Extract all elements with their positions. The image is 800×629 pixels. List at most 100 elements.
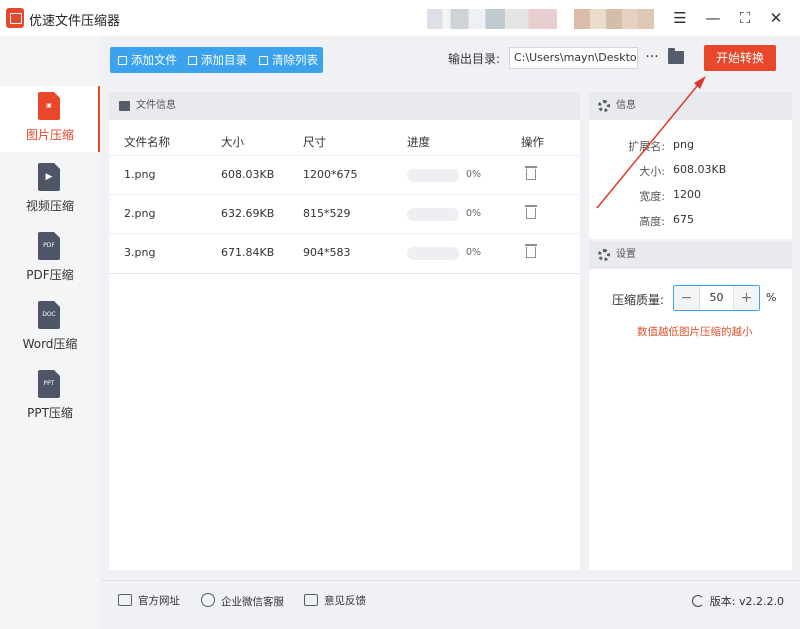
clear-icon [259, 56, 268, 65]
info-header: 信息 [589, 92, 792, 120]
quality-label: 压缩质量: [612, 293, 665, 307]
quality-stepper: − 50 + [673, 285, 760, 311]
settings-title: 设置 [616, 249, 636, 260]
info-key: 扩展名: [628, 140, 665, 153]
progress-bar [407, 208, 459, 221]
sidebar-item-label: PPT压缩 [27, 406, 73, 420]
doc-file-icon: DOC [38, 301, 60, 329]
output-directory-label: 输出目录: [448, 52, 501, 66]
quality-input[interactable]: 50 [700, 286, 733, 310]
sidebar-item-video-compress[interactable]: ▶ 视频压缩 [0, 157, 100, 223]
image-icon [119, 101, 130, 111]
feedback-label: 意见反馈 [324, 595, 366, 607]
more-options-button[interactable]: ··· [643, 48, 661, 68]
sidebar-item-label: 视频压缩 [25, 199, 74, 213]
refresh-icon [691, 595, 704, 607]
title-bar: 优速文件压缩器 ☰ — ⛶ ✕ [0, 0, 800, 36]
increment-button[interactable]: + [733, 286, 759, 310]
decrement-button[interactable]: − [674, 286, 700, 310]
wechat-support-link[interactable]: 企业微信客服 [201, 593, 284, 609]
info-title: 信息 [616, 100, 636, 111]
website-link[interactable]: 官方网址 [118, 593, 180, 608]
info-key: 高度: [639, 215, 665, 228]
progress-bar [407, 169, 459, 182]
file-info-header: 文件信息 [109, 92, 580, 120]
menu-icon[interactable]: ☰ [668, 6, 692, 30]
close-icon[interactable]: ✕ [764, 6, 788, 30]
file-name: 3.png [124, 246, 156, 259]
gear-icon [598, 249, 610, 261]
video-file-icon: ▶ [38, 163, 60, 191]
table-row[interactable]: 2.png 632.69KB 815*529 0% [109, 194, 580, 233]
info-key: 大小: [639, 165, 665, 178]
add-file-button[interactable]: 添加文件 [118, 47, 177, 73]
sidebar-item-ppt-compress[interactable]: PPT PPT压缩 [0, 364, 100, 430]
sidebar: ▣ 图片压缩 ▶ 视频压缩 PDF PDF压缩 DOC Word压缩 PPT P… [0, 36, 100, 629]
version-info[interactable]: 版本: v2.2.2.0 [691, 593, 784, 609]
sidebar-item-image-compress[interactable]: ▣ 图片压缩 [0, 86, 100, 152]
delete-icon[interactable] [525, 205, 537, 219]
add-directory-label: 添加目录 [201, 53, 247, 67]
info-value: png [673, 138, 694, 151]
toolbar: 添加文件 添加目录 清除列表 输出目录: C:\Users\mayn\Deskt… [101, 36, 800, 84]
folder-icon [188, 56, 197, 65]
sidebar-item-label: PDF压缩 [26, 268, 74, 282]
table-divider [109, 273, 580, 274]
column-header-name: 文件名称 [124, 135, 170, 149]
progress-percent: 0% [466, 169, 482, 180]
status-bar: 官方网址 企业微信客服 意见反馈 版本: v2.2.2.0 [101, 580, 800, 629]
version-label: 版本: v2.2.2.0 [709, 595, 784, 608]
sidebar-item-word-compress[interactable]: DOC Word压缩 [0, 295, 100, 361]
file-list-panel: 文件信息 文件名称 大小 尺寸 进度 操作 1.png 608.03KB 120… [109, 92, 580, 570]
wechat-label: 企业微信客服 [221, 596, 284, 608]
chat-icon [201, 593, 215, 607]
image-file-icon: ▣ [38, 92, 60, 120]
file-name: 2.png [124, 207, 156, 220]
file-action-group: 添加文件 添加目录 清除列表 [110, 47, 323, 73]
table-row[interactable]: 3.png 671.84KB 904*583 0% [109, 233, 580, 272]
delete-icon[interactable] [525, 166, 537, 180]
info-row-width: 宽度: 1200 [589, 188, 792, 208]
sidebar-item-label: 图片压缩 [25, 128, 74, 142]
output-directory-input[interactable]: C:\Users\mayn\Desktop [509, 47, 638, 69]
quality-hint: 数值越低图片压缩的越小 [637, 326, 753, 338]
info-key: 宽度: [639, 190, 665, 203]
file-size: 608.03KB [221, 168, 275, 181]
clear-list-label: 清除列表 [272, 53, 318, 67]
progress-percent: 0% [466, 208, 482, 219]
blurred-user-info [427, 9, 557, 29]
file-name: 1.png [124, 168, 156, 181]
info-value: 1200 [673, 188, 701, 201]
sidebar-item-pdf-compress[interactable]: PDF PDF压缩 [0, 226, 100, 292]
feedback-icon [304, 594, 318, 606]
feedback-link[interactable]: 意见反馈 [304, 593, 366, 608]
minimize-icon[interactable]: — [701, 6, 725, 30]
ppt-file-icon: PPT [38, 370, 60, 398]
progress-percent: 0% [466, 247, 482, 258]
info-panel: 信息 扩展名: png 大小: 608.03KB 宽度: 1200 高度: 67… [589, 92, 792, 239]
add-directory-button[interactable]: 添加目录 [188, 47, 247, 73]
info-value: 608.03KB [673, 163, 727, 176]
delete-icon[interactable] [525, 244, 537, 258]
website-label: 官方网址 [138, 595, 180, 607]
info-row-height: 高度: 675 [589, 213, 792, 233]
settings-panel: 设置 压缩质量: − 50 + % 数值越低图片压缩的越小 [589, 241, 792, 570]
start-convert-button[interactable]: 开始转换 [704, 45, 776, 71]
column-header-action: 操作 [521, 135, 544, 149]
file-size: 632.69KB [221, 207, 275, 220]
file-dimension: 904*583 [303, 246, 351, 259]
clear-list-button[interactable]: 清除列表 [259, 47, 318, 73]
open-folder-icon[interactable] [668, 48, 684, 64]
maximize-icon[interactable]: ⛶ [733, 6, 757, 30]
app-logo-icon [6, 8, 24, 28]
app-title: 优速文件压缩器 [29, 14, 121, 29]
table-row[interactable]: 1.png 608.03KB 1200*675 0% [109, 155, 580, 194]
blurred-avatar [574, 9, 654, 29]
file-dimension: 815*529 [303, 207, 351, 220]
file-dimension: 1200*675 [303, 168, 358, 181]
pdf-file-icon: PDF [38, 232, 60, 260]
info-row-extension: 扩展名: png [589, 138, 792, 158]
gear-icon [598, 100, 610, 112]
file-icon [118, 56, 127, 65]
file-info-title: 文件信息 [136, 100, 176, 111]
